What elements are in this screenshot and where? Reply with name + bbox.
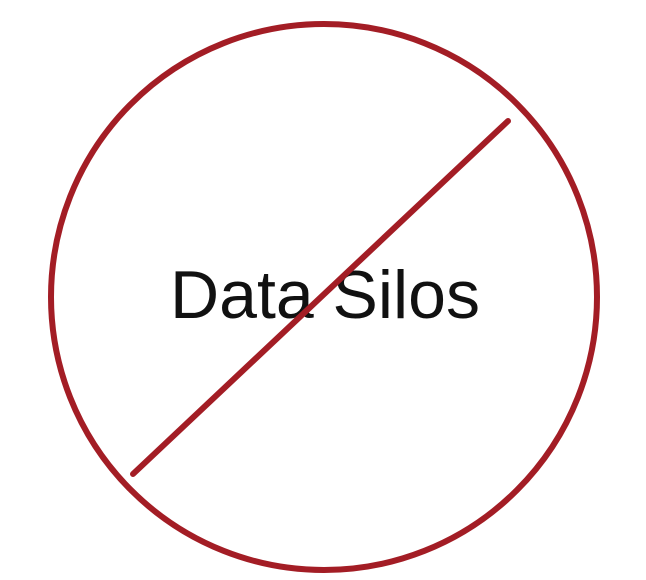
prohibition-sign-icon xyxy=(48,21,600,573)
no-data-silos-graphic: Data Silos xyxy=(48,21,600,573)
